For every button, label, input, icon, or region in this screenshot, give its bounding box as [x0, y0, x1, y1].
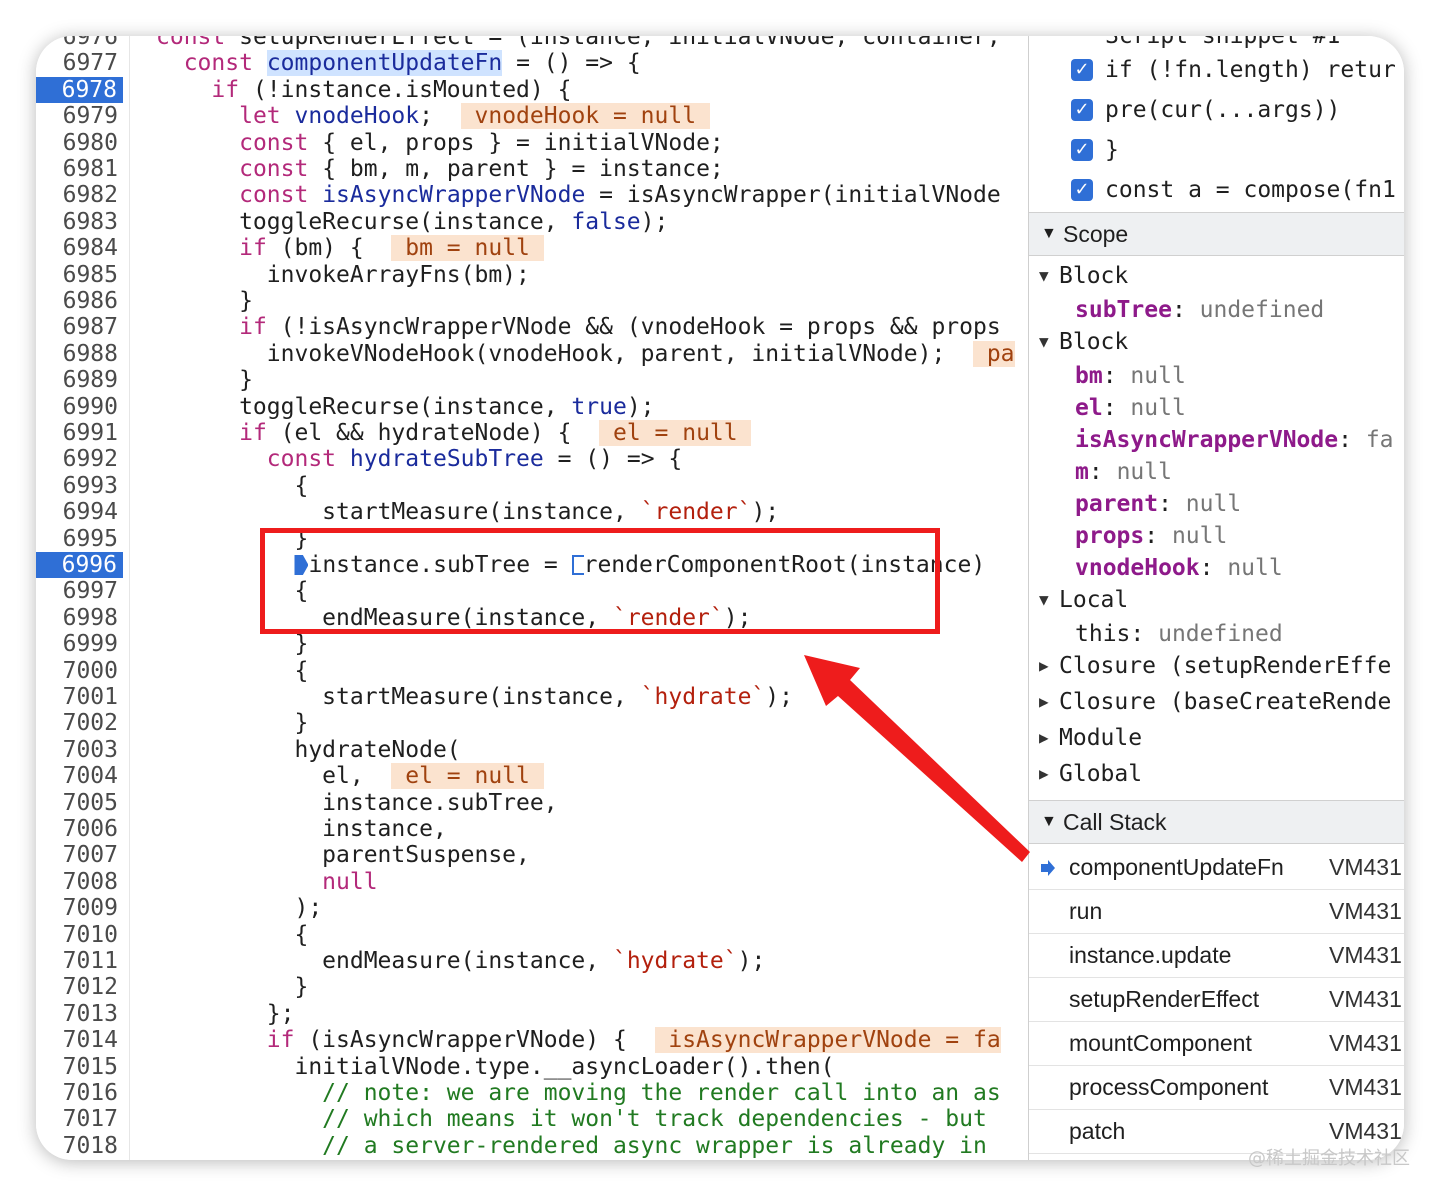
annotation-arrow [804, 655, 1030, 862]
watermark: @稀土掘金技术社区 [1248, 1148, 1410, 1169]
